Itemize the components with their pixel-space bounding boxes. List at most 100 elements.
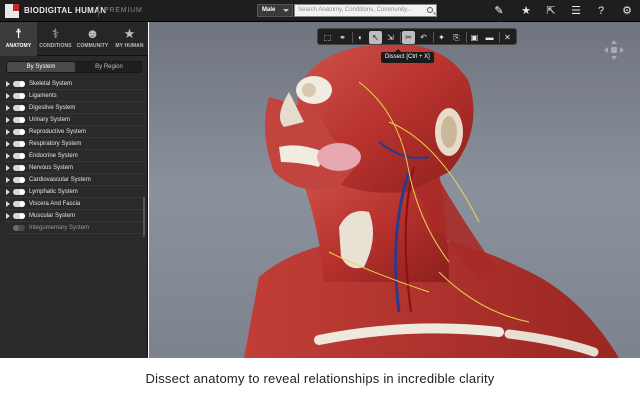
system-row[interactable]: Respiratory System [6,138,146,150]
pan-up-icon[interactable] [611,40,617,44]
system-name: Muscular System [29,213,76,219]
reset-icon[interactable]: ✕ [501,31,514,44]
scrollbar[interactable] [143,197,145,237]
expand-arrow-icon[interactable] [6,81,10,87]
system-row[interactable]: Integumentary System [6,222,146,234]
visibility-toggle[interactable] [13,177,25,183]
toolbar-divider [466,32,467,43]
system-row[interactable]: Ligaments [6,90,146,102]
tab-by-system[interactable]: By System [7,62,75,72]
expand-arrow-icon[interactable] [6,165,10,171]
account-tier: PREMIUM [104,7,143,14]
anatomy-model[interactable] [149,22,640,358]
system-name: Lymphatic System [29,189,78,195]
visibility-toggle[interactable] [13,213,25,219]
system-name: Viscera And Fascia [29,201,81,207]
system-name: Ligaments [29,93,57,99]
biodigital-logo-icon[interactable] [5,4,19,18]
expand-arrow-icon[interactable] [6,105,10,111]
system-row[interactable]: Digestive System [6,102,146,114]
expand-arrow-icon[interactable] [6,117,10,123]
system-row[interactable]: Viscera And Fascia [6,198,146,210]
visibility-toggle[interactable] [13,105,25,111]
tab-conditions[interactable]: ⚕ CONDITIONS [37,22,74,56]
brand-name: BIODIGITAL HUMAN [24,6,107,15]
undo-icon[interactable]: ↶ [417,31,430,44]
search-icon[interactable] [427,7,433,13]
expand-arrow-icon[interactable] [6,93,10,99]
visibility-toggle[interactable] [13,201,25,207]
pin-icon[interactable]: ✦ [435,31,448,44]
system-name: Endocrine System [29,153,78,159]
system-name: Digestive System [29,105,76,111]
expand-arrow-icon[interactable] [6,129,10,135]
tab-conditions-label: CONDITIONS [39,43,72,49]
dissect-icon[interactable]: ✂ [402,31,415,44]
tab-my-human[interactable]: ★ MY HUMAN [111,22,148,56]
system-row[interactable]: Reproductive System [6,126,146,138]
tab-my-human-label: MY HUMAN [115,43,144,49]
visibility-toggle[interactable] [13,225,25,231]
expand-arrow-icon[interactable] [6,177,10,183]
lungs-icon[interactable]: ⚭ [336,31,349,44]
tab-by-region[interactable]: By Region [75,62,143,72]
caption-text: Dissect anatomy to reveal relationships … [145,371,495,386]
tab-anatomy[interactable]: ☨ ANATOMY [0,22,37,56]
pan-left-icon[interactable] [604,47,608,53]
visibility-toggle[interactable] [13,153,25,159]
tab-community[interactable]: ☻ COMMUNITY [74,22,111,56]
checklist-icon[interactable]: ☰ [568,3,584,19]
system-row[interactable]: Cardiovascular System [6,174,146,186]
system-row[interactable]: Lymphatic System [6,186,146,198]
expand-arrow-icon[interactable] [6,201,10,207]
visibility-toggle[interactable] [13,141,25,147]
system-list: Skeletal System Ligaments Digestive System… [6,78,146,234]
select-icon[interactable]: ↖ [369,31,382,44]
tab-anatomy-label: ANATOMY [5,43,32,49]
half-circle-icon[interactable]: ◐ [354,31,367,44]
system-row[interactable]: Urinary System [6,114,146,126]
dissect-tooltip: Dissect [Ctrl + X] [381,49,434,63]
pan-down-icon[interactable] [611,56,617,60]
copy-icon[interactable]: ⎘ [450,31,463,44]
camera-icon[interactable]: ▣ [468,31,481,44]
visibility-toggle[interactable] [13,165,25,171]
system-row[interactable]: Skeletal System [6,78,146,90]
anatomy-viewer[interactable]: ⬚ ⚭ ◐ ↖ ⇲ ✂ ↶ ✦ ⎘ ▣ ▬ ✕ Dissect [Ctrl + X] [149,22,640,358]
visibility-toggle[interactable] [13,129,25,135]
visibility-toggle[interactable] [13,93,25,99]
caption-band: Dissect anatomy to reveal relationships … [0,358,640,400]
toolbar-divider [433,32,434,43]
expand-arrow-icon[interactable] [6,189,10,195]
search-input[interactable]: Search Anatomy, Conditions, Community... [294,4,437,17]
pencil-icon[interactable]: ✎ [491,3,507,23]
stethoscope-icon: ⚕ [51,26,60,41]
chevron-down-icon [283,9,289,12]
system-name: Skeletal System [29,81,73,87]
pan-control[interactable] [604,40,624,60]
system-name: Reproductive System [29,129,87,135]
search-placeholder: Search Anatomy, Conditions, Community... [298,7,412,13]
visibility-toggle[interactable] [13,117,25,123]
expand-arrow-icon[interactable] [6,153,10,159]
select-multiple-icon[interactable]: ⇲ [384,31,397,44]
visibility-toggle[interactable] [13,189,25,195]
star-icon[interactable]: ★ [518,3,534,19]
gender-select[interactable]: Male [257,4,293,17]
system-row[interactable]: Endocrine System [6,150,146,162]
pan-center-icon[interactable] [611,47,617,53]
pan-right-icon[interactable] [620,47,624,53]
system-row[interactable]: Muscular System [6,210,146,222]
expand-arrow-icon[interactable] [6,141,10,147]
panel-icon[interactable]: ▬ [483,31,496,44]
system-row[interactable]: Nervous System [6,162,146,174]
view-mode-tabs: By System By Region [6,61,142,73]
help-icon[interactable]: ? [593,3,609,19]
share-icon[interactable]: ⇱ [543,3,559,19]
expand-arrow-icon[interactable] [6,213,10,219]
visibility-toggle[interactable] [13,81,25,87]
system-name: Respiratory System [29,141,82,147]
gear-icon[interactable]: ⚙ [619,3,635,19]
toolbar-divider [499,32,500,43]
box-icon[interactable]: ⬚ [321,31,334,44]
